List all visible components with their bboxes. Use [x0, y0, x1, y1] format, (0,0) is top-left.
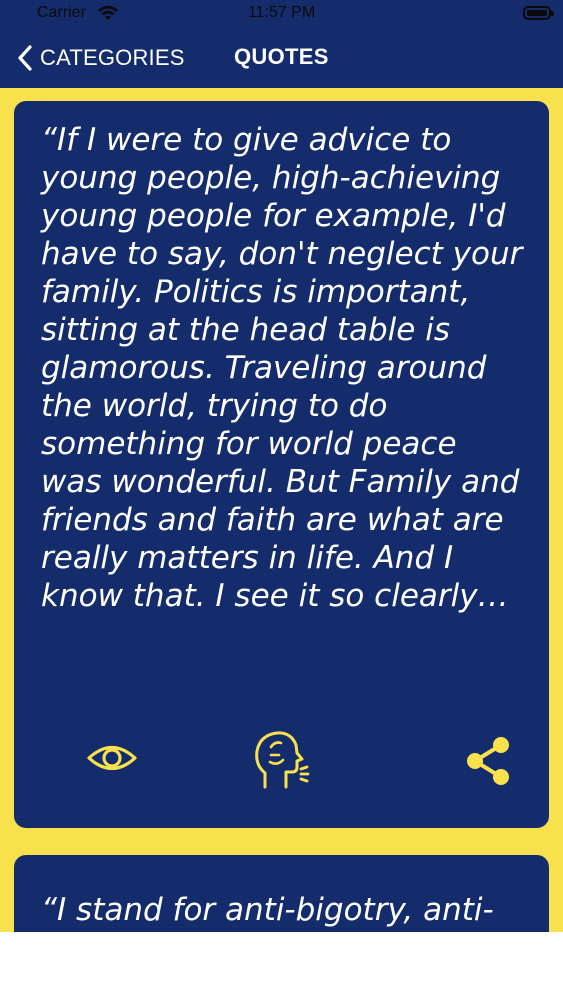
eye-icon[interactable] [86, 737, 138, 779]
navigation-header: Carrier 11:57 PM CATEGORIES QUOTES [0, 0, 563, 88]
page-title: QUOTES [234, 44, 329, 69]
back-button[interactable]: CATEGORIES [16, 42, 185, 74]
status-bar: Carrier 11:57 PM [0, 0, 563, 28]
quote-card: “I stand for anti-bigotry, anti- [14, 855, 549, 932]
battery-icon [523, 6, 554, 20]
status-time: 11:57 PM [247, 4, 316, 21]
quote-card: “If I were to give advice to young peopl… [14, 101, 549, 828]
chevron-left-icon [18, 45, 32, 71]
quote-text: “I stand for anti-bigotry, anti- [41, 892, 494, 928]
back-label: CATEGORIES [40, 45, 185, 70]
speaking-head-icon[interactable] [249, 729, 311, 791]
bottom-area [0, 932, 563, 1000]
share-icon[interactable] [463, 735, 513, 787]
quote-text: “If I were to give advice to young peopl… [41, 122, 523, 614]
quotes-list[interactable]: “If I were to give advice to young peopl… [0, 88, 563, 932]
